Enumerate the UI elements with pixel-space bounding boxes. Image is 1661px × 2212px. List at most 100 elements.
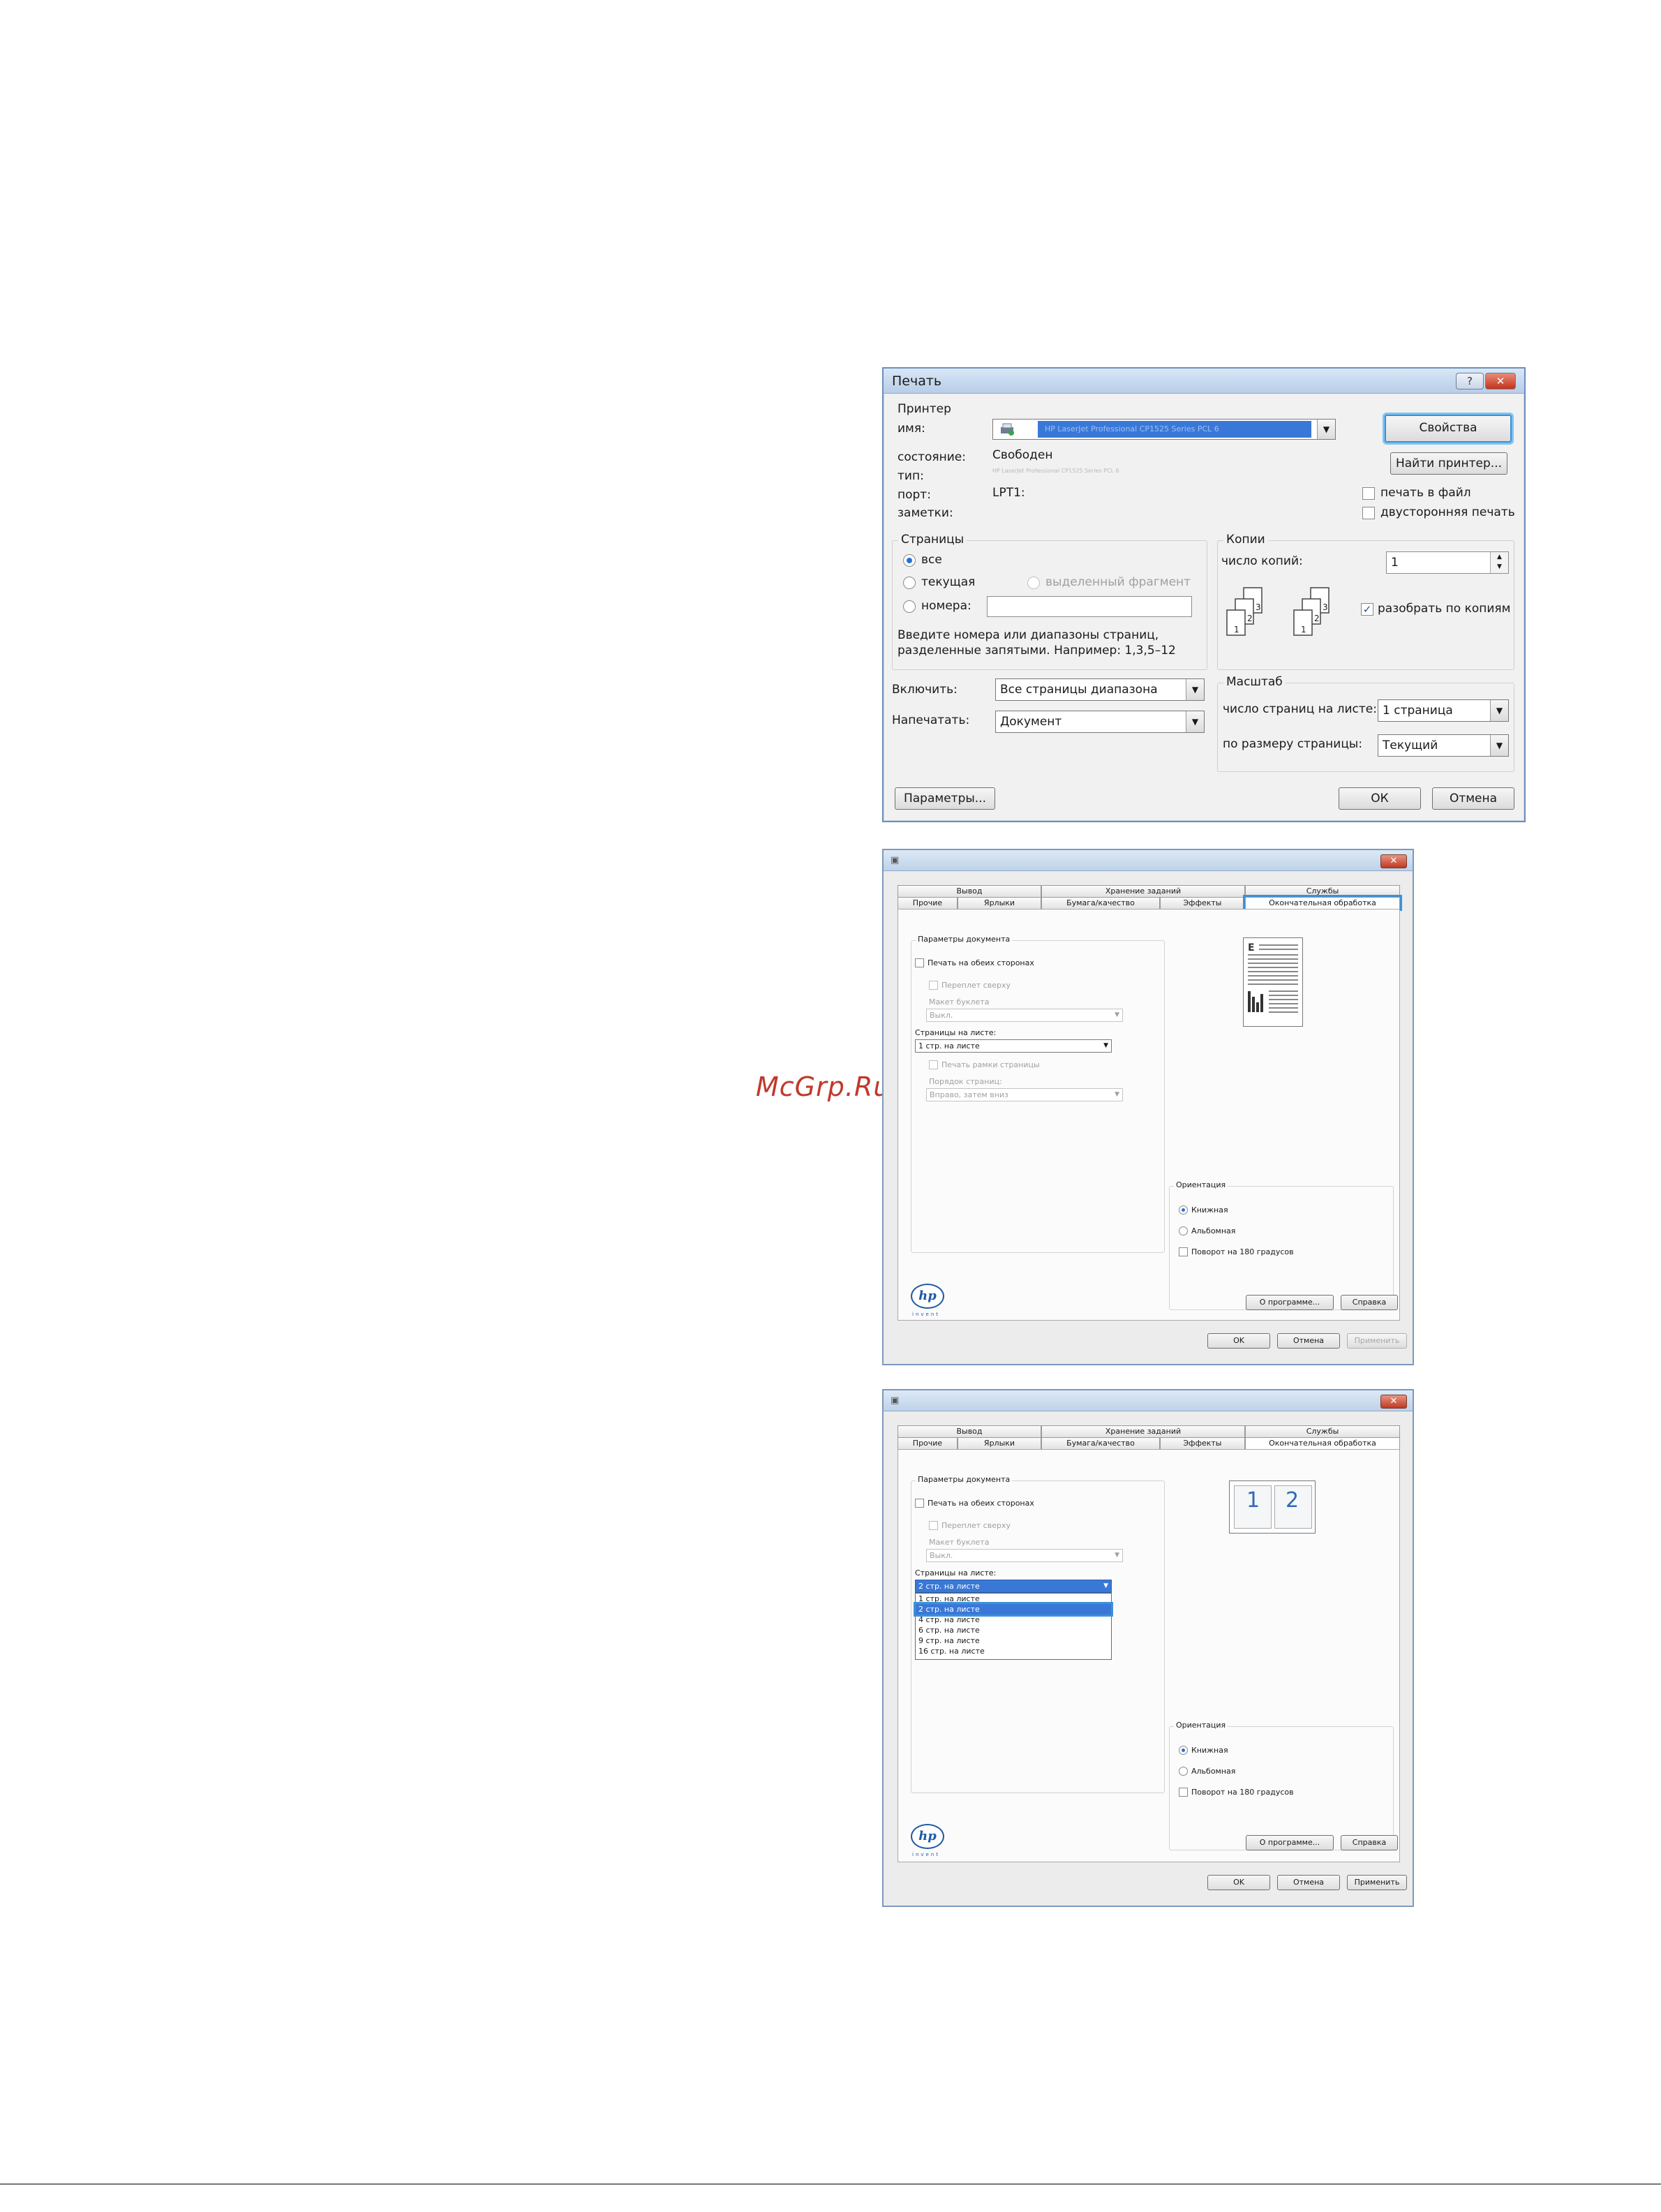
tab-shortcuts[interactable]: Ярлыки [958, 1437, 1041, 1449]
pages-per-sheet-select[interactable]: 1 стр. на листе ▼ [915, 1039, 1112, 1053]
print-to-file-label: печать в файл [1380, 486, 1471, 500]
help-button[interactable]: Справка [1341, 1835, 1398, 1850]
driver-dialog-2: ▣ ✕ Вывод Хранение заданий Службы Прочие… [882, 1389, 1414, 1907]
spinner-icon[interactable]: ▲ ▼ [1490, 552, 1508, 573]
chevron-down-icon[interactable]: ▼ [1490, 735, 1508, 756]
scale-select[interactable]: Текущий ▼ [1378, 734, 1509, 757]
duplex-label: Печать на обеих сторонах [928, 1499, 1034, 1508]
tab-output[interactable]: Вывод [897, 1425, 1041, 1437]
landscape-radio[interactable] [1179, 1767, 1188, 1776]
tab-finishing[interactable]: Окончательная обработка [1243, 895, 1402, 911]
chevron-down-icon[interactable]: ▼ [1317, 420, 1335, 439]
tab-job-storage[interactable]: Хранение заданий [1041, 885, 1245, 897]
duplex-checkbox[interactable] [1362, 507, 1375, 519]
portrait-label: Книжная [1191, 1205, 1228, 1215]
tab-job-storage[interactable]: Хранение заданий [1041, 1425, 1245, 1437]
about-button[interactable]: О программе... [1246, 1295, 1334, 1310]
pages-per-sheet-select[interactable]: 2 стр. на листе ▼ [915, 1580, 1112, 1593]
selection-radio[interactable] [1027, 577, 1040, 589]
hp-invent-text: invent [912, 1312, 941, 1317]
pages-group-label: Страницы [898, 533, 967, 547]
flip-up-checkbox[interactable] [929, 981, 938, 990]
printer-name-select[interactable]: HP LaserJet Professional CP1525 Series P… [992, 419, 1336, 440]
copies-input[interactable]: 1 ▲ ▼ [1386, 551, 1509, 574]
dropdown-option[interactable]: 6 стр. на листе [916, 1625, 1111, 1635]
apply-button[interactable]: Применить [1347, 1875, 1407, 1890]
portrait-radio[interactable] [1179, 1205, 1188, 1215]
tab-finishing[interactable]: Окончательная обработка [1245, 1437, 1400, 1449]
finishing-panel: Параметры документа Печать на обеих стор… [897, 909, 1400, 1321]
print-to-file-checkbox[interactable] [1362, 487, 1375, 500]
help-button[interactable]: ? [1456, 373, 1484, 389]
help-button[interactable]: Справка [1341, 1295, 1398, 1310]
tab-services[interactable]: Службы [1245, 1425, 1400, 1437]
tab-advanced[interactable]: Прочие [897, 897, 958, 909]
ok-button[interactable]: OK [1207, 1333, 1270, 1349]
close-button[interactable]: ✕ [1380, 1395, 1407, 1409]
ok-button[interactable]: ОК [1339, 787, 1421, 810]
print-what-select[interactable]: Документ ▼ [995, 711, 1205, 733]
landscape-radio[interactable] [1179, 1226, 1188, 1235]
find-printer-button[interactable]: Найти принтер... [1390, 452, 1507, 475]
ok-button[interactable]: OK [1207, 1875, 1270, 1890]
booklet-select[interactable]: Выкл. ▼ [926, 1009, 1123, 1022]
flip-up-label: Переплет сверху [941, 1521, 1011, 1530]
duplex-checkbox[interactable] [915, 1499, 924, 1508]
rotate-checkbox[interactable] [1179, 1788, 1188, 1797]
include-select[interactable]: Все страницы диапазона ▼ [995, 678, 1205, 701]
dropdown-option-selected[interactable]: 2 стр. на листе [914, 1602, 1113, 1617]
portrait-radio[interactable] [1179, 1746, 1188, 1755]
dialog-title: Печать [892, 373, 942, 389]
printer-icon [999, 422, 1015, 436]
tab-output[interactable]: Вывод [897, 885, 1041, 897]
cancel-button[interactable]: Отмена [1277, 1333, 1340, 1349]
dropdown-option[interactable]: 9 стр. на листе [916, 1635, 1111, 1646]
watermark: McGrp.Ru [756, 1071, 891, 1102]
tab-effects[interactable]: Эффекты [1160, 897, 1245, 909]
collate-digit: 3 [1323, 602, 1328, 612]
tab-services[interactable]: Службы [1245, 885, 1400, 897]
booklet-select[interactable]: Выкл. ▼ [926, 1549, 1123, 1562]
close-button[interactable]: ✕ [1485, 373, 1516, 389]
rotate-checkbox[interactable] [1179, 1247, 1188, 1256]
options-button[interactable]: Параметры... [895, 787, 995, 810]
pages-radio[interactable] [903, 600, 916, 613]
orientation-label: Ориентация [1174, 1721, 1228, 1730]
cancel-button[interactable]: Отмена [1432, 787, 1514, 810]
pages-input[interactable] [987, 596, 1192, 617]
page-order-select[interactable]: Вправо, затем вниз ▼ [926, 1088, 1123, 1101]
flip-up-checkbox[interactable] [929, 1521, 938, 1530]
dropdown-option[interactable]: 4 стр. на листе [916, 1615, 1111, 1625]
notes-label: заметки: [897, 506, 953, 520]
all-radio[interactable] [903, 554, 916, 567]
scale-label: по размеру страницы: [1223, 737, 1363, 751]
tab-shortcuts[interactable]: Ярлыки [958, 897, 1041, 909]
apply-button[interactable]: Применить [1347, 1333, 1407, 1349]
current-label: текущая [921, 575, 976, 589]
tab-paper-quality[interactable]: Бумага/качество [1041, 897, 1160, 909]
tab-advanced[interactable]: Прочие [897, 1437, 958, 1449]
pages-per-sheet-select[interactable]: 1 страница ▼ [1378, 699, 1509, 722]
chevron-down-icon[interactable]: ▼ [1490, 700, 1508, 721]
collate-digit: 2 [1247, 614, 1253, 623]
print-borders-checkbox[interactable] [929, 1060, 938, 1069]
chevron-down-icon[interactable]: ▼ [1186, 711, 1204, 732]
dropdown-option[interactable]: 16 стр. на листе [916, 1646, 1111, 1656]
chevron-down-icon[interactable]: ▼ [1186, 679, 1204, 700]
current-radio[interactable] [903, 577, 916, 589]
title-bar[interactable]: ▣ ✕ [884, 850, 1413, 871]
duplex-checkbox[interactable] [915, 958, 924, 967]
pages-per-sheet-label: Страницы на листе: [915, 1028, 997, 1037]
collate-checkbox[interactable]: ✓ [1361, 603, 1373, 616]
tab-paper-quality[interactable]: Бумага/качество [1041, 1437, 1160, 1449]
title-bar[interactable]: ▣ ✕ [884, 1390, 1413, 1411]
dropdown-option[interactable]: 1 стр. на листе [916, 1594, 1111, 1604]
landscape-label: Альбомная [1191, 1767, 1236, 1776]
title-bar[interactable]: Печать ? ✕ [884, 369, 1524, 394]
properties-button[interactable]: Свойства [1385, 415, 1512, 443]
tab-effects[interactable]: Эффекты [1160, 1437, 1245, 1449]
cancel-button[interactable]: Отмена [1277, 1875, 1340, 1890]
close-button[interactable]: ✕ [1380, 854, 1407, 868]
about-button[interactable]: О программе... [1246, 1835, 1334, 1850]
pages-per-sheet-dropdown[interactable]: 1 стр. на листе 2 стр. на листе 4 стр. н… [914, 1593, 1113, 1660]
